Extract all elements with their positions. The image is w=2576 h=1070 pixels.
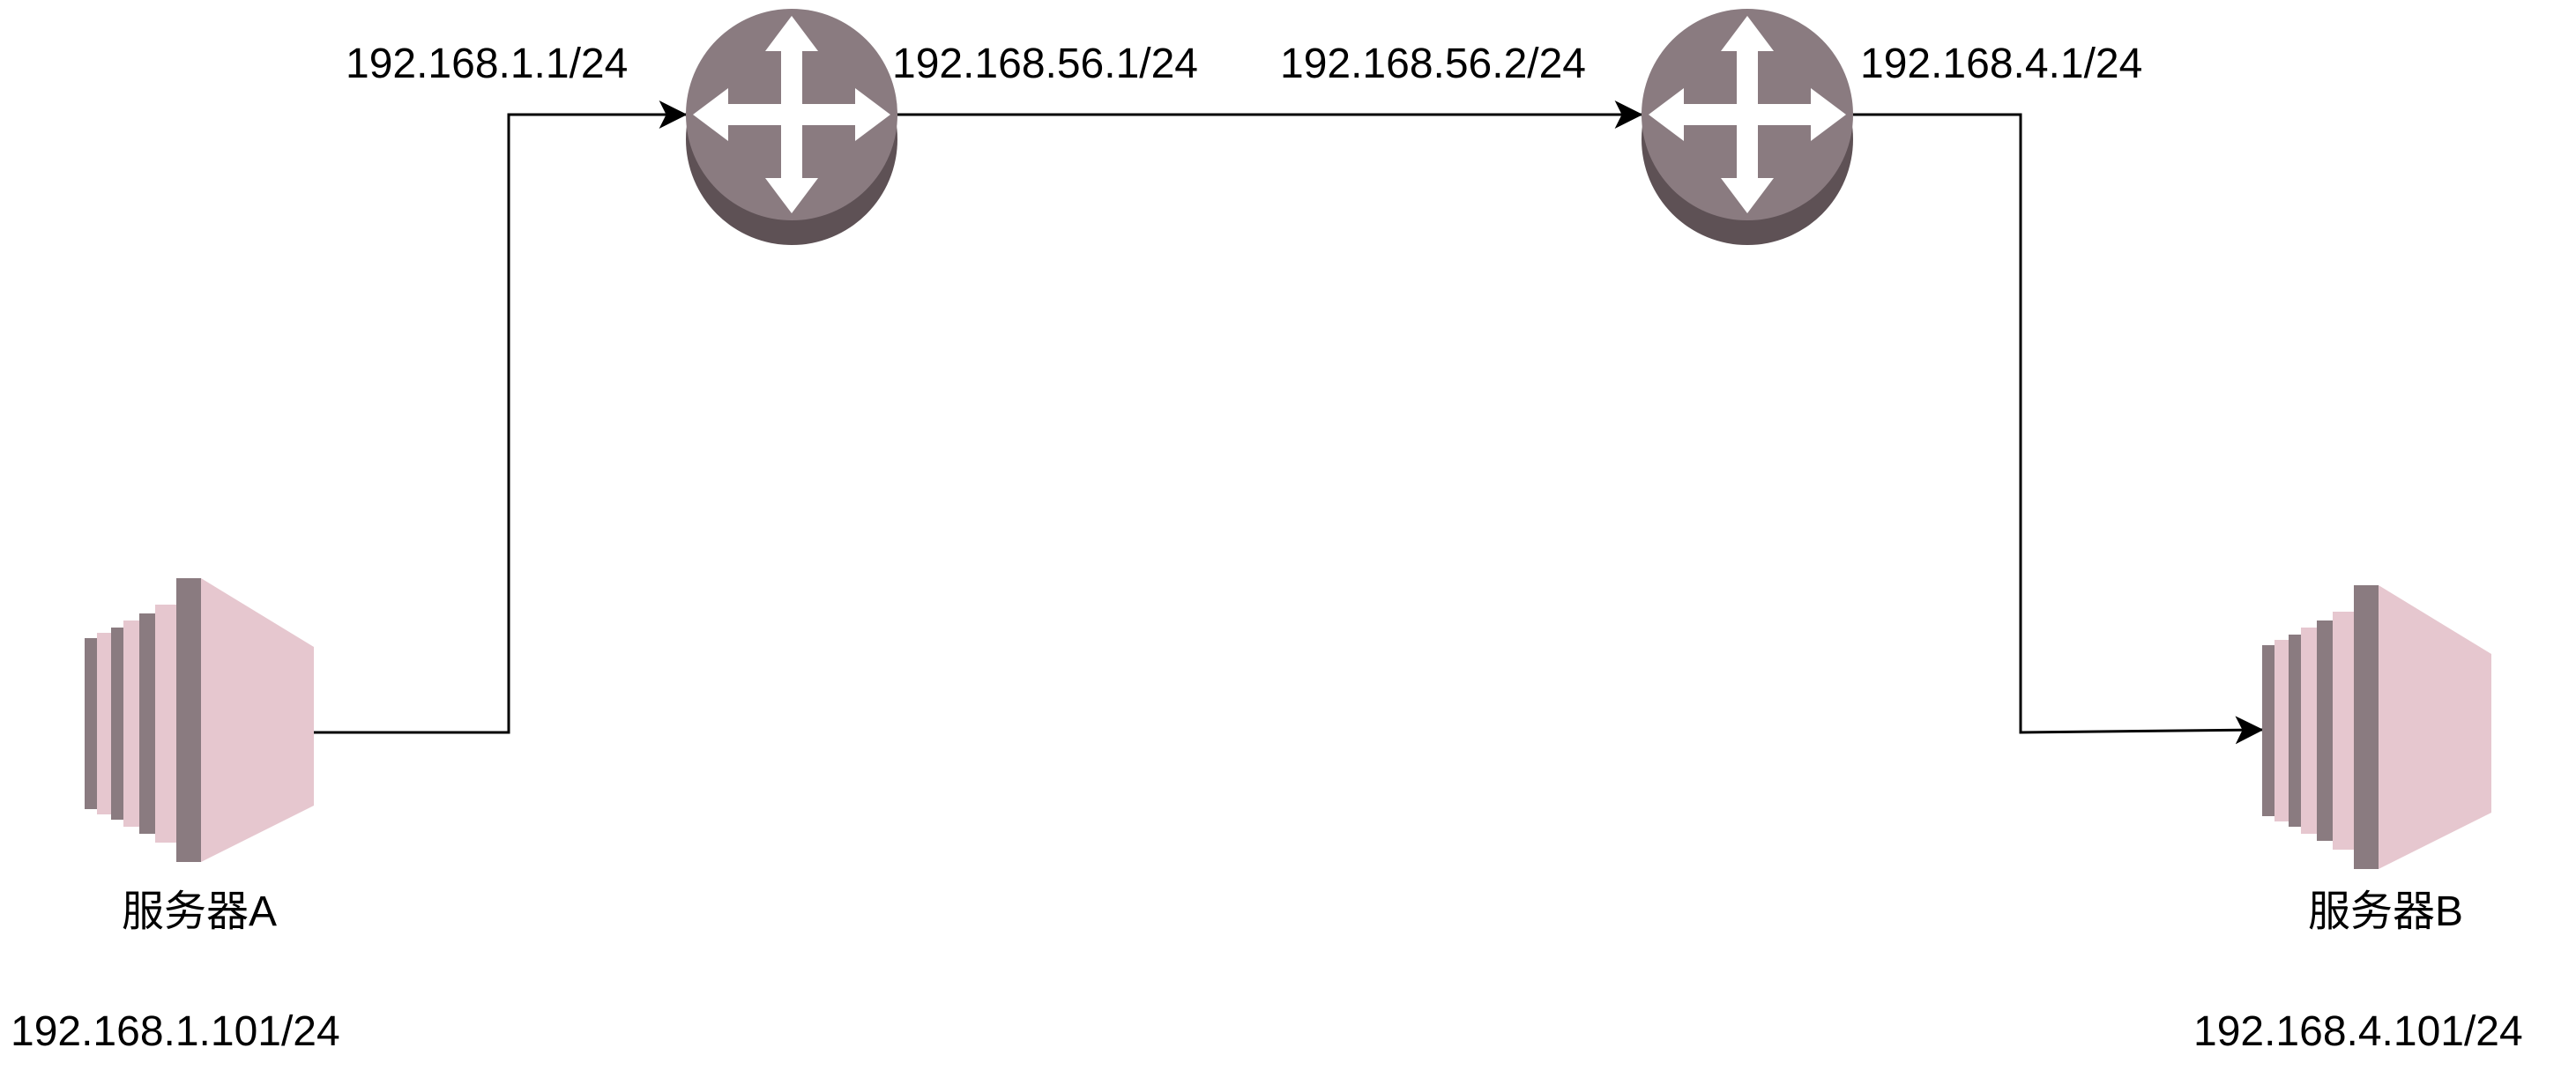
router-2-right-ip-label: 192.168.4.1/24 <box>1860 41 2142 87</box>
router-icon <box>1642 9 1853 245</box>
server-a[interactable] <box>85 578 314 862</box>
router-icon <box>686 9 897 245</box>
network-diagram: 192.168.1.1/24 192.168.56.1/24 192.168.5… <box>11 9 2523 1055</box>
link-serverA-router1 <box>313 100 688 734</box>
links <box>313 100 2264 745</box>
server-b-name: 服务器B <box>2308 888 2463 935</box>
server-icon <box>85 578 314 862</box>
router-1-right-ip-label: 192.168.56.1/24 <box>892 41 1198 87</box>
router-1[interactable] <box>686 9 897 245</box>
router-1-left-ip-label: 192.168.1.1/24 <box>346 41 628 87</box>
server-b-ip-label: 192.168.4.101/24 <box>2193 1008 2523 1055</box>
server-icon <box>2262 585 2491 869</box>
link-router2-serverB <box>1853 113 2264 745</box>
server-b[interactable] <box>2262 585 2491 869</box>
server-a-ip-label: 192.168.1.101/24 <box>11 1008 340 1055</box>
router-2-left-ip-label: 192.168.56.2/24 <box>1280 41 1586 87</box>
router-2[interactable] <box>1642 9 1853 245</box>
server-a-name: 服务器A <box>122 888 277 935</box>
